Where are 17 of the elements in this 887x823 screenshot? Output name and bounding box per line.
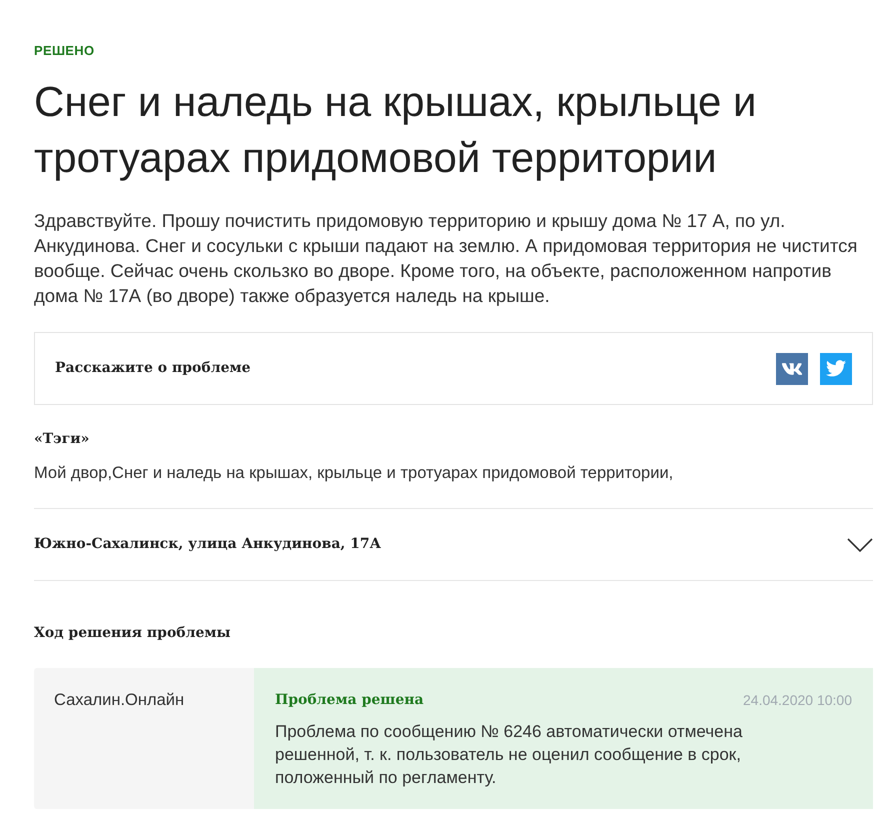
vk-share-button[interactable] [776, 352, 808, 384]
status-label: РЕШЕНО [34, 42, 96, 60]
author-name: Сахалин.Онлайн [54, 691, 184, 709]
description-text: Здравствуйте. Прошу почистить придомовую территорию и крышу дома № 17 А, по ул. Анкудинова. Снег и сосульки с крыши падают на землю. А придомовая территория не чистится вообще. Сейчас очень скользко во дворе. Кроме того, на объекте, расположенном напротив дома № 17А (во дворе) также образуется наледь на крыше. [34, 209, 858, 308]
tags-heading: «Тэги» [34, 430, 90, 449]
entry-message: Проблема по сообщению № 6246 автоматически отмечена решенной, т. к. пользователь не оценил сообщение в срок, положенный по регламенту. [275, 721, 744, 789]
twitter-share-button[interactable] [820, 352, 852, 384]
entry-date: 24.04.2020 10:00 [743, 691, 852, 710]
tags-text: Мой двор,Снег и наледь на крышах, крыльце и тротуарах придомовой территории, [34, 463, 674, 484]
vk-logo-icon [782, 362, 802, 374]
share-label: Расскажите о проблеме [55, 359, 251, 378]
bird-icon [826, 360, 846, 377]
page-title: Снег и наледь на крышах, крыльце и тротуарах придомовой территории [34, 77, 758, 183]
address-text: Южно-Сахалинск, улица Анкудинова, 17А [34, 535, 382, 554]
chevron-down-icon[interactable] [847, 538, 873, 552]
progress-heading: Ход решения проблемы [34, 624, 232, 643]
entry-status: Проблема решена [275, 691, 424, 710]
